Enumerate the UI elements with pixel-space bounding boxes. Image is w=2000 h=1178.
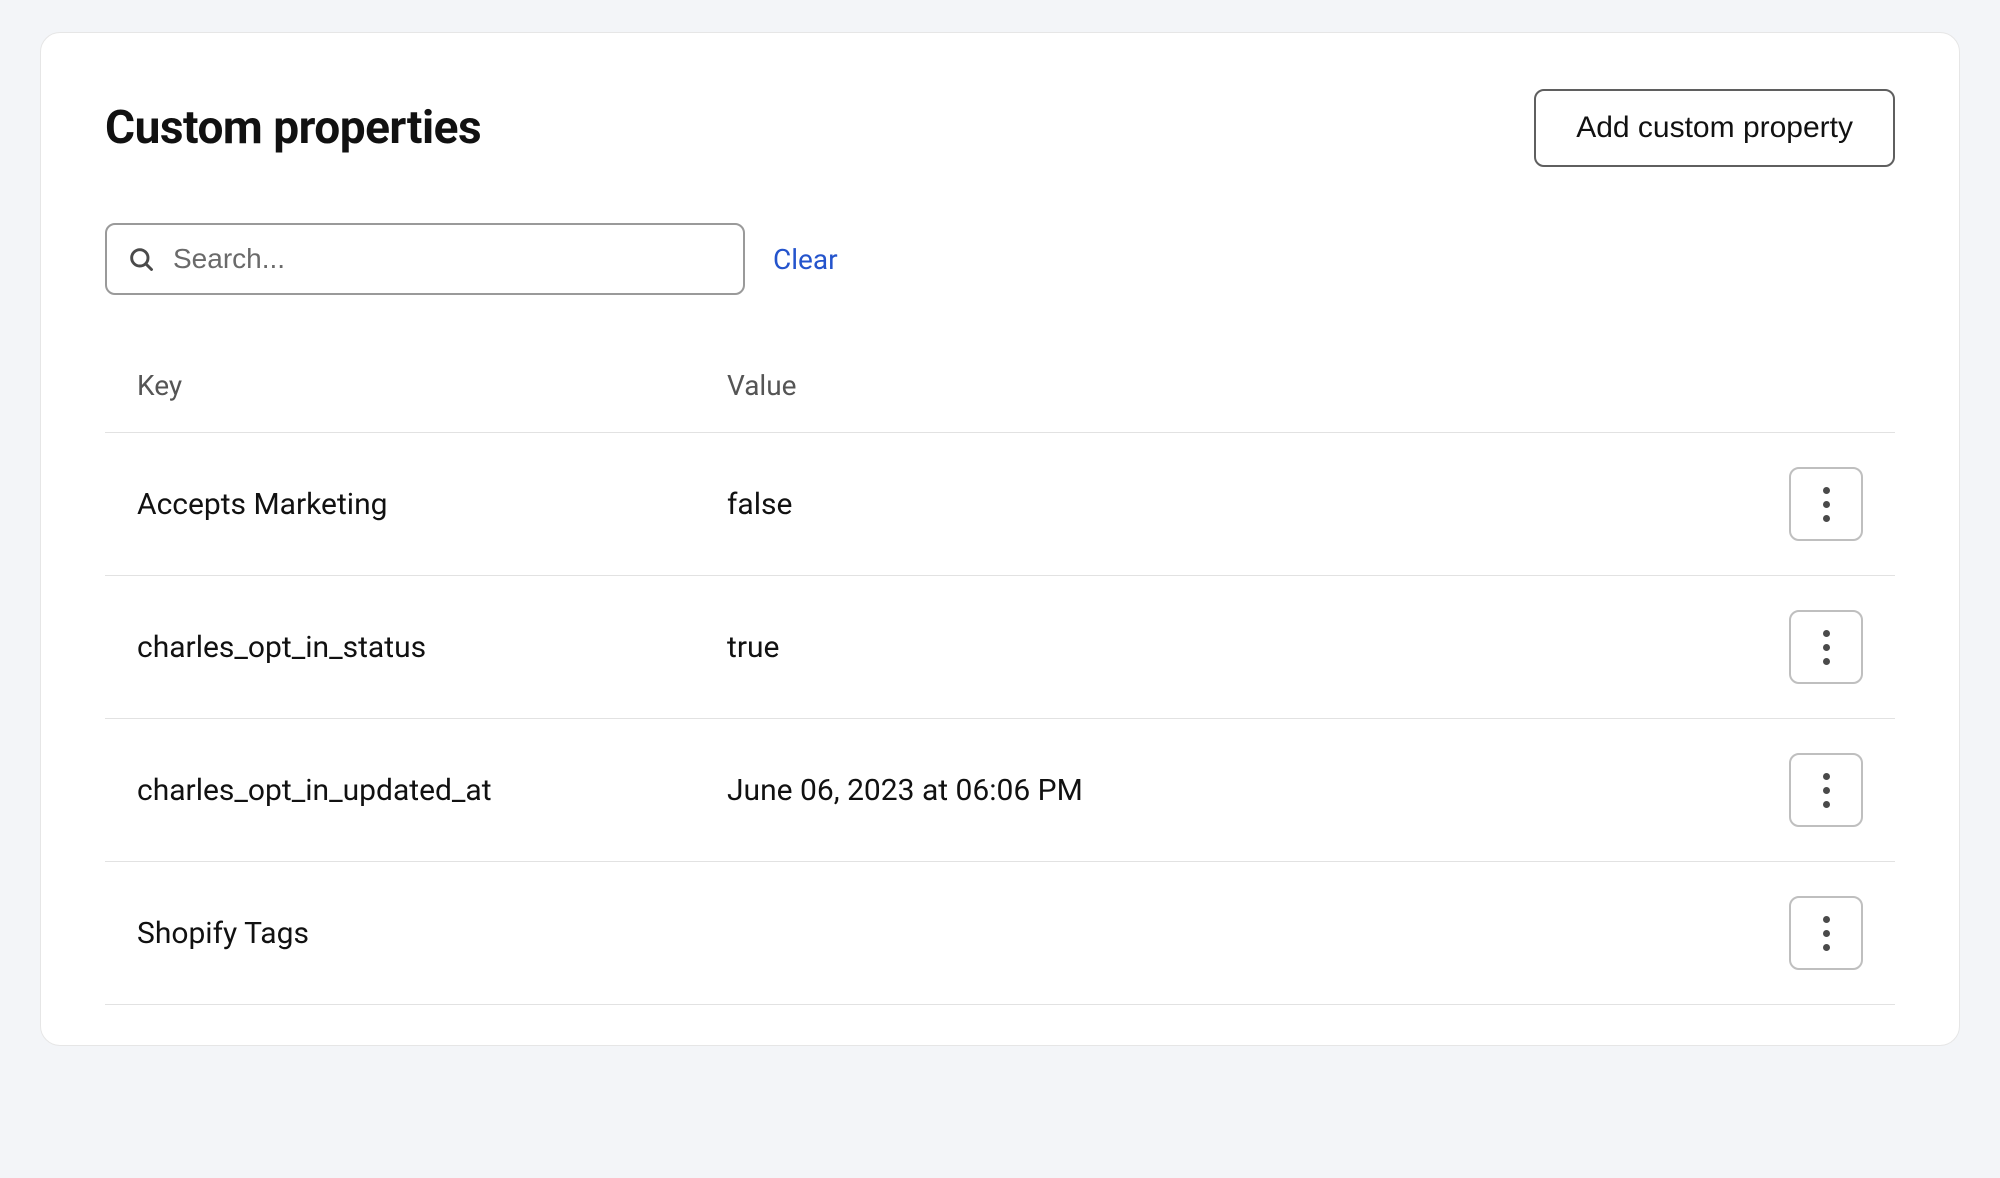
kebab-icon <box>1823 487 1830 522</box>
search-icon <box>127 245 155 273</box>
row-actions-button[interactable] <box>1789 610 1863 684</box>
add-custom-property-button[interactable]: Add custom property <box>1534 89 1895 167</box>
column-header-value: Value <box>727 369 1743 402</box>
row-actions <box>1743 610 1863 684</box>
cell-key: charles_opt_in_updated_at <box>137 773 727 808</box>
cell-value: false <box>727 487 1743 522</box>
cell-value: true <box>727 630 1743 665</box>
kebab-icon <box>1823 916 1830 951</box>
search-input[interactable] <box>105 223 745 295</box>
kebab-icon <box>1823 773 1830 808</box>
row-actions <box>1743 753 1863 827</box>
search-wrap <box>105 223 745 295</box>
row-actions-button[interactable] <box>1789 467 1863 541</box>
table-row: charles_opt_in_status true <box>105 576 1895 719</box>
clear-button[interactable]: Clear <box>773 243 838 276</box>
column-header-key: Key <box>137 369 727 402</box>
cell-key: Shopify Tags <box>137 916 727 951</box>
table-row: Shopify Tags <box>105 862 1895 1005</box>
row-actions <box>1743 467 1863 541</box>
cell-key: Accepts Marketing <box>137 487 727 522</box>
custom-properties-card: Custom properties Add custom property Cl… <box>40 32 1960 1046</box>
cell-key: charles_opt_in_status <box>137 630 727 665</box>
properties-table: Key Value Accepts Marketing false charle… <box>105 351 1895 1005</box>
search-row: Clear <box>105 223 1895 295</box>
row-actions <box>1743 896 1863 970</box>
kebab-icon <box>1823 630 1830 665</box>
table-header: Key Value <box>105 351 1895 433</box>
table-row: charles_opt_in_updated_at June 06, 2023 … <box>105 719 1895 862</box>
table-row: Accepts Marketing false <box>105 433 1895 576</box>
row-actions-button[interactable] <box>1789 896 1863 970</box>
row-actions-button[interactable] <box>1789 753 1863 827</box>
page-title: Custom properties <box>105 101 481 155</box>
cell-value: June 06, 2023 at 06:06 PM <box>727 773 1743 808</box>
card-header: Custom properties Add custom property <box>105 89 1895 167</box>
